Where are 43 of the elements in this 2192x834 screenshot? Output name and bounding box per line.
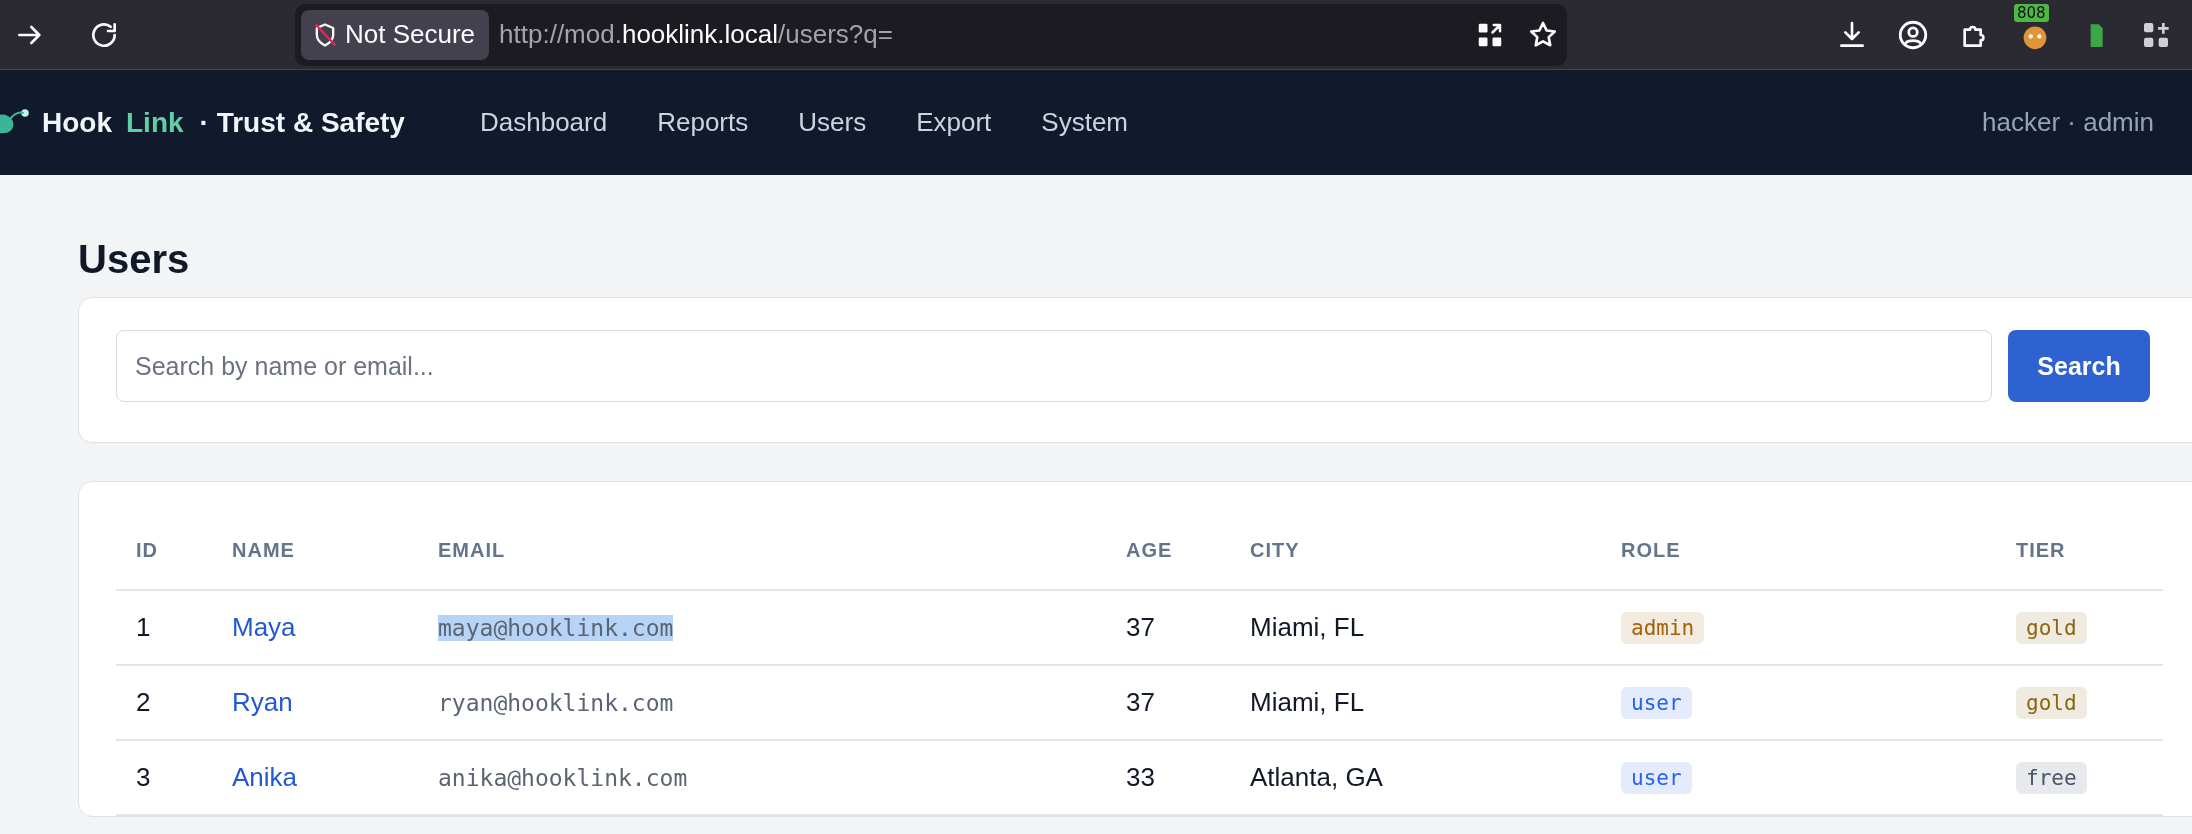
nav-link[interactable]: Users	[798, 107, 867, 138]
age-cell: 37	[1126, 612, 1155, 642]
email-cell: anika@hooklink.com	[438, 765, 688, 791]
column-header: AGE	[1126, 539, 1173, 561]
search-button[interactable]: Search	[2008, 330, 2150, 402]
nav-link[interactable]: Dashboard	[480, 107, 608, 138]
tag: admin	[1621, 612, 1705, 644]
city-cell: Miami, FL	[1250, 612, 1365, 642]
extension-badge: 808	[2014, 3, 2049, 22]
brand-subtitle: · Trust & Safety	[199, 106, 405, 139]
city-cell: Miami, FL	[1250, 687, 1365, 717]
email-cell: maya@hooklink.com	[438, 615, 674, 641]
tag: user	[1621, 687, 1692, 719]
column-header: ROLE	[1621, 539, 1681, 561]
nav-link[interactable]: System	[1041, 107, 1128, 138]
email-cell: ryan@hooklink.com	[438, 690, 674, 716]
column-header: ID	[136, 539, 158, 561]
nav-link[interactable]: Export	[916, 107, 992, 138]
security-indicator[interactable]: Not Secure	[301, 9, 490, 60]
id-cell: 2	[136, 687, 151, 717]
column-header: CITY	[1250, 539, 1300, 561]
user-name-link[interactable]: Ryan	[232, 687, 293, 717]
tag: free	[2016, 762, 2087, 794]
user-name-link[interactable]: Maya	[232, 612, 296, 642]
city-cell: Atlanta, GA	[1250, 762, 1383, 792]
search-field[interactable]: Search by name or email...	[116, 330, 1992, 402]
url-text[interactable]: http://mod.hooklink.local/users?q=	[499, 19, 1475, 50]
age-cell: 37	[1126, 687, 1155, 717]
id-cell: 1	[136, 612, 151, 642]
id-cell: 3	[136, 762, 151, 792]
brand-name: Hook	[42, 106, 112, 139]
user-name-link[interactable]: Anika	[232, 762, 298, 792]
page-title: Users	[78, 236, 191, 283]
tag: gold	[2016, 687, 2087, 719]
tag: user	[1621, 762, 1692, 794]
account-label: hacker · admin	[1982, 107, 2154, 138]
tag: gold	[2016, 612, 2087, 644]
column-header: NAME	[232, 539, 295, 561]
nav-link[interactable]: Reports	[657, 107, 749, 138]
column-header: EMAIL	[438, 539, 506, 561]
brand-name-accent: Link	[126, 106, 184, 139]
column-header: TIER	[2016, 539, 2066, 561]
age-cell: 33	[1126, 762, 1155, 792]
